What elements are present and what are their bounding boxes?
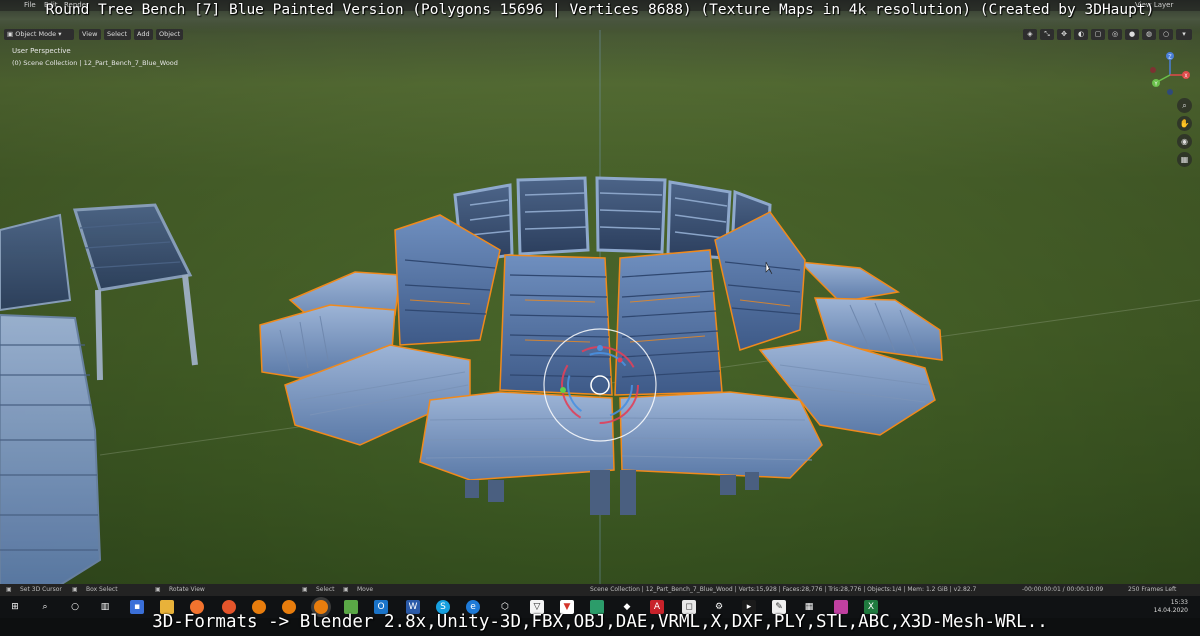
status-bar: ▣ Set 3D Cursor ▣ Box Select ▣ Rotate Vi… bbox=[0, 584, 1200, 596]
status-set-cursor: Set 3D Cursor bbox=[20, 586, 62, 593]
left-chair-back bbox=[0, 203, 198, 586]
select-menu[interactable]: Select bbox=[104, 29, 131, 40]
round-bench-front bbox=[284, 211, 936, 515]
status-rotate-view: Rotate View bbox=[169, 586, 205, 593]
grid-view-icon[interactable]: ▦ bbox=[1177, 152, 1192, 167]
frames-left: 250 Frames Left bbox=[1128, 586, 1177, 593]
camera-icon[interactable]: ◉ bbox=[1177, 134, 1192, 149]
timecode: -00:00:00:01 / 00:00:10:09 bbox=[1022, 586, 1104, 593]
scene-statistics: Scene Collection | 12_Part_Bench_7_Blue_… bbox=[590, 586, 977, 593]
navigation-gizmo[interactable]: Z X Y bbox=[1145, 50, 1195, 100]
overlay-toggle-icon[interactable]: ◐ bbox=[1074, 29, 1088, 40]
video-title-overlay: Round Tree Bench [7] Blue Painted Versio… bbox=[45, 2, 1155, 18]
rendered-shading-icon[interactable]: ○ bbox=[1159, 29, 1173, 40]
gizmo-z-label: Z bbox=[1168, 55, 1172, 61]
solid-shading-icon[interactable]: ● bbox=[1125, 29, 1139, 40]
active-collection-label: (0) Scene Collection | 12_Part_Bench_7_B… bbox=[12, 59, 178, 67]
view-perspective-label: User Perspective bbox=[12, 47, 71, 55]
object-menu[interactable]: Object bbox=[156, 29, 183, 40]
gizmo-x-label: X bbox=[1184, 74, 1188, 80]
gizmo-toggle-icon[interactable]: ✥ bbox=[1057, 29, 1071, 40]
mouse-move-icon: ▣ bbox=[343, 586, 349, 593]
viewport-shading-tools: ◈ ⤡ ✥ ◐ ▢ ◎ ● ◍ ○ ▾ bbox=[1022, 29, 1192, 41]
wireframe-shading-icon[interactable]: ◎ bbox=[1108, 29, 1122, 40]
object-mode-dropdown[interactable]: ▣ Object Mode ▾ bbox=[4, 29, 74, 40]
mouse-left-icon: ▣ bbox=[6, 586, 12, 593]
status-select: Select bbox=[316, 586, 335, 593]
scene-render bbox=[0, 30, 1200, 586]
zoom-icon[interactable]: ⌕ bbox=[1177, 98, 1192, 113]
status-move: Move bbox=[357, 586, 374, 593]
cursor-tool-icon[interactable]: ⤡ bbox=[1040, 29, 1054, 40]
3d-viewport[interactable]: Z X Y ⌕ ✋ ◉ ▦ User Perspective (0) Scene… bbox=[0, 0, 1200, 598]
shading-options-icon[interactable]: ▾ bbox=[1176, 29, 1192, 40]
pan-hand-icon[interactable]: ✋ bbox=[1177, 116, 1192, 131]
add-menu[interactable]: Add bbox=[134, 29, 153, 40]
material-shading-icon[interactable]: ◍ bbox=[1142, 29, 1156, 40]
xray-toggle-icon[interactable]: ▢ bbox=[1091, 29, 1105, 40]
mouse-right-icon: ▣ bbox=[155, 586, 161, 593]
view-object-types-icon[interactable]: ◈ bbox=[1023, 29, 1037, 40]
mouse-select-icon: ▣ bbox=[302, 586, 308, 593]
formats-caption-overlay: 3D-Formats -> Blender 2.8x,Unity-3D,FBX,… bbox=[152, 612, 1048, 632]
mouse-middle-icon: ▣ bbox=[72, 586, 78, 593]
status-box-select: Box Select bbox=[86, 586, 118, 593]
clock-time: 15:33 bbox=[1170, 599, 1188, 606]
view-menu[interactable]: View bbox=[79, 29, 101, 40]
